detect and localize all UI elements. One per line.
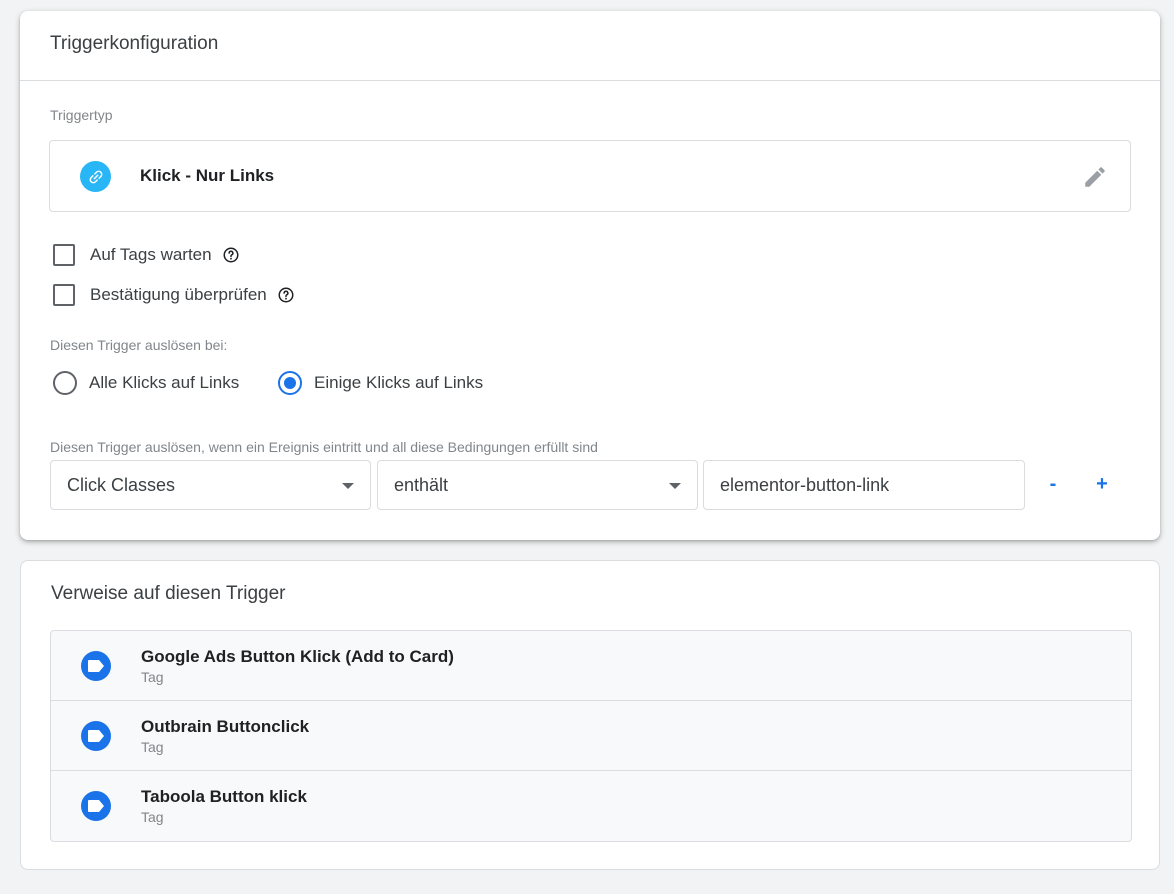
reference-type: Tag bbox=[141, 669, 164, 685]
dropdown-arrow-icon bbox=[669, 483, 681, 489]
add-condition-button[interactable]: + bbox=[1088, 470, 1116, 498]
condition-operator-select[interactable]: enthält bbox=[377, 460, 698, 510]
remove-condition-button[interactable]: - bbox=[1039, 470, 1067, 498]
all-link-clicks-label: Alle Klicks auf Links bbox=[89, 373, 240, 392]
config-title: Triggerkonfiguration bbox=[50, 33, 219, 54]
trigger-references-card: Verweise auf diesen Trigger Google Ads B… bbox=[20, 560, 1160, 870]
fire-on-label: Diesen Trigger auslösen bei: bbox=[50, 337, 228, 353]
reference-type: Tag bbox=[141, 739, 164, 755]
some-link-clicks-radio[interactable] bbox=[278, 371, 302, 395]
pencil-icon[interactable] bbox=[1082, 164, 1108, 190]
some-link-clicks-label: Einige Klicks auf Links bbox=[314, 373, 484, 392]
help-icon[interactable] bbox=[222, 246, 240, 264]
trigger-type-name: Klick - Nur Links bbox=[140, 166, 275, 185]
conditions-label: Diesen Trigger auslösen, wenn ein Ereign… bbox=[50, 439, 598, 455]
reference-name: Outbrain Buttonclick bbox=[141, 717, 310, 736]
list-item[interactable]: Taboola Button klick Tag bbox=[51, 771, 1131, 841]
reference-type: Tag bbox=[141, 809, 164, 825]
tag-icon bbox=[81, 721, 111, 751]
config-divider bbox=[20, 80, 1160, 81]
help-icon[interactable] bbox=[277, 286, 295, 304]
wait-for-tags-checkbox[interactable] bbox=[53, 244, 75, 266]
condition-value-text: elementor-button-link bbox=[720, 474, 890, 495]
check-validation-label: Bestätigung überprüfen bbox=[90, 285, 267, 304]
all-link-clicks-radio[interactable] bbox=[53, 371, 77, 395]
condition-operator-value: enthält bbox=[394, 474, 449, 495]
check-validation-checkbox[interactable] bbox=[53, 284, 75, 306]
dropdown-arrow-icon bbox=[342, 483, 354, 489]
check-validation-option: Bestätigung überprüfen bbox=[53, 283, 295, 307]
condition-value-input[interactable]: elementor-button-link bbox=[703, 460, 1025, 510]
trigger-config-card: Triggerkonfiguration Triggertyp Klick - … bbox=[20, 11, 1160, 540]
reference-name: Google Ads Button Klick (Add to Card) bbox=[141, 647, 454, 666]
all-link-clicks-option: Alle Klicks auf Links bbox=[53, 371, 239, 395]
trigger-type-label: Triggertyp bbox=[50, 107, 113, 123]
condition-variable-value: Click Classes bbox=[67, 474, 176, 495]
tag-icon bbox=[81, 791, 111, 821]
condition-variable-select[interactable]: Click Classes bbox=[50, 460, 371, 510]
link-icon bbox=[80, 161, 111, 192]
references-title: Verweise auf diesen Trigger bbox=[51, 583, 286, 604]
list-item[interactable]: Google Ads Button Klick (Add to Card) Ta… bbox=[51, 631, 1131, 701]
references-list: Google Ads Button Klick (Add to Card) Ta… bbox=[50, 630, 1132, 842]
list-item[interactable]: Outbrain Buttonclick Tag bbox=[51, 701, 1131, 771]
reference-name: Taboola Button klick bbox=[141, 787, 307, 806]
wait-for-tags-option: Auf Tags warten bbox=[53, 243, 240, 267]
wait-for-tags-label: Auf Tags warten bbox=[90, 245, 212, 264]
radio-selected-dot bbox=[284, 377, 296, 389]
tag-icon bbox=[81, 651, 111, 681]
trigger-type-selector[interactable]: Klick - Nur Links bbox=[49, 140, 1131, 212]
some-link-clicks-option: Einige Klicks auf Links bbox=[278, 371, 483, 395]
